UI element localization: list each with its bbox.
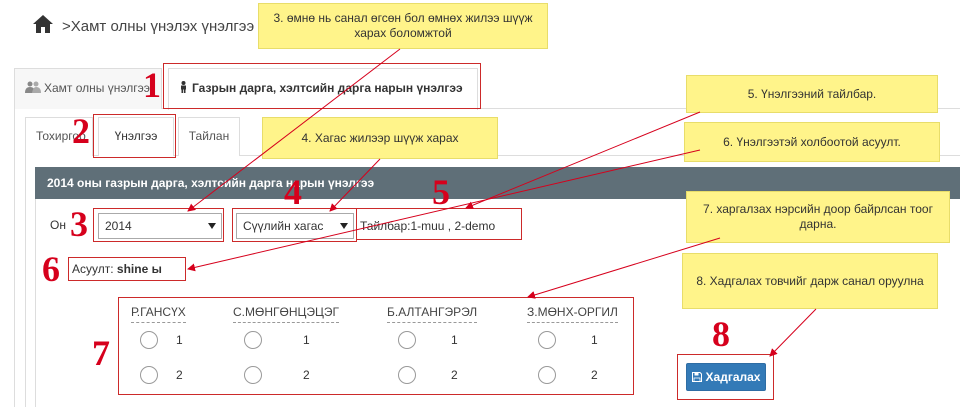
annotation-box-half-select <box>232 208 357 242</box>
step-number: 6 <box>42 249 60 289</box>
step-number: 4 <box>284 172 302 212</box>
annotation-box-evaluation-tab <box>93 114 176 158</box>
note-description: 5. Үнэлгээний тайлбар. <box>686 75 938 113</box>
step-number: 2 <box>72 111 90 151</box>
annotation-box-year-select <box>93 208 224 242</box>
note-question: 6. Үнэлгээтэй холбоотой асуулт. <box>684 122 940 162</box>
annotation-box-description <box>356 208 522 240</box>
annotation-box-candidates <box>118 297 634 395</box>
step-number: 1 <box>143 65 161 105</box>
step-number: 5 <box>432 172 450 212</box>
tab-team-evaluation[interactable]: Хамт олны үнэлгээ <box>14 68 162 109</box>
tab-report[interactable]: Тайлан <box>178 117 240 156</box>
form-body-border <box>35 199 36 407</box>
annotation-box-save <box>677 354 774 400</box>
note-year-filter: 3. өмнө нь санал өгсөн бол өмнөх жилээ ш… <box>258 3 548 49</box>
tab-team-evaluation-label: Хамт олны үнэлгээ <box>44 81 150 95</box>
form-outer-border <box>25 156 26 407</box>
step-number: 7 <box>92 333 110 373</box>
home-icon[interactable] <box>32 14 54 34</box>
note-save: 8. Хадгалах товчийг дарж санал оруулна <box>682 253 938 309</box>
step-number: 3 <box>70 204 88 244</box>
note-half-filter: 4. Хагас жилээр шүүж харах <box>262 117 498 159</box>
note-select-number: 7. харгалзах нэрсийн доор байрлсан тоог … <box>686 191 950 243</box>
users-icon <box>25 81 41 93</box>
step-number: 8 <box>712 314 730 354</box>
annotation-box-question <box>68 257 186 281</box>
page-title: >Хамт олны үнэлэх үнэлгээ <box>62 18 255 35</box>
year-label: Он <box>50 218 66 232</box>
annotation-box-manager-tab <box>163 63 481 109</box>
